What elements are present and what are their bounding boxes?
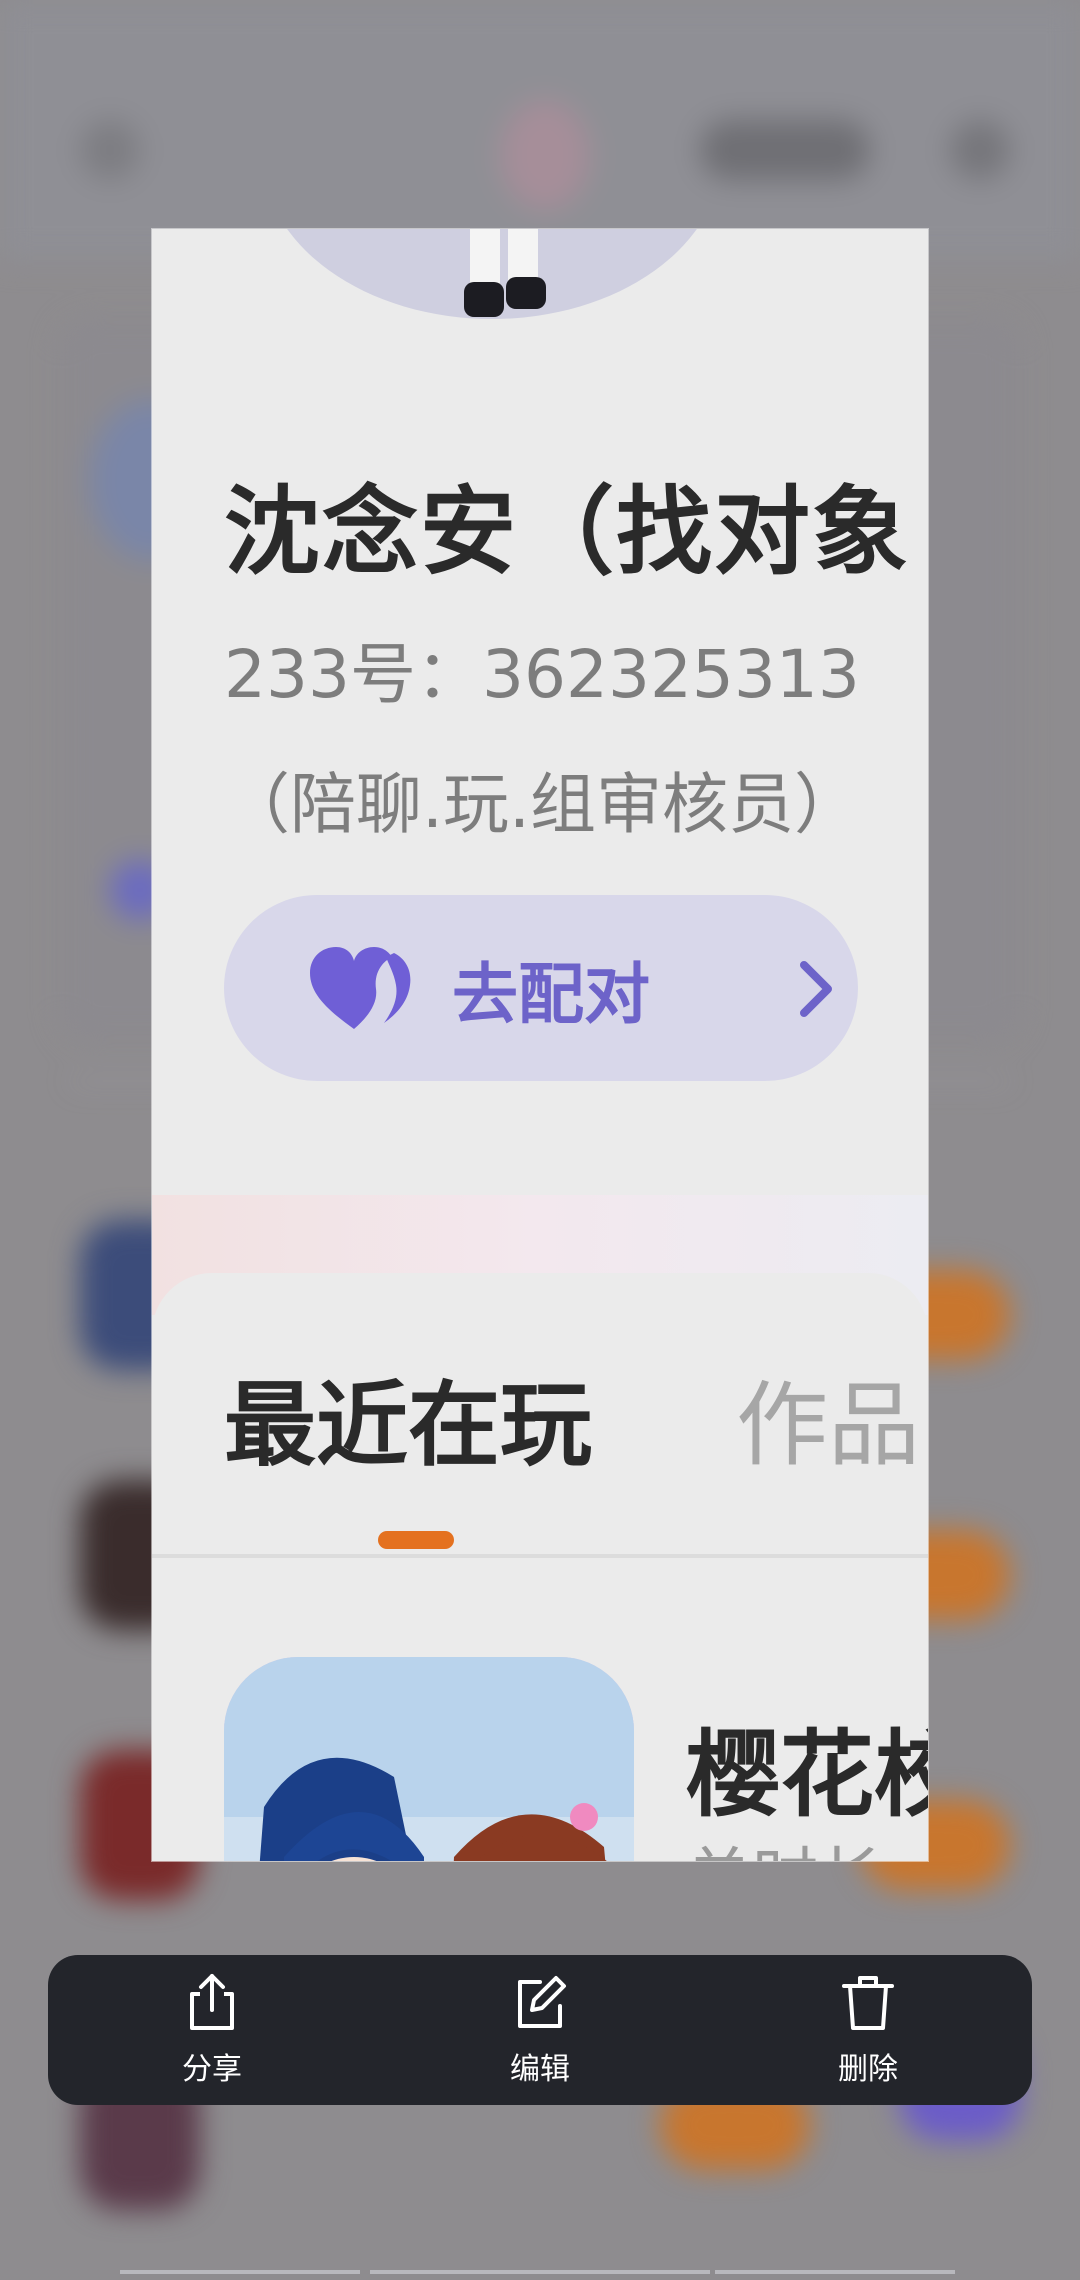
delete-label: 删除 (838, 2052, 898, 2087)
share-icon (190, 1974, 234, 2030)
game-subtitle: 单时长 (686, 1835, 906, 1861)
share-button[interactable]: 分享 (48, 1955, 376, 2105)
screenshot-preview[interactable]: 沈念安（找对象 233号：362325313 （陪聊.玩.组审核员） 去配对 最… (152, 229, 928, 1861)
edit-button[interactable]: 编辑 (376, 1955, 704, 2105)
avatar-figure-icon (464, 229, 546, 317)
game-icon[interactable] (224, 1657, 634, 1861)
profile-role: （陪聊.玩.组审核员） (224, 766, 860, 843)
tab-works[interactable]: 作品 (736, 1351, 920, 1484)
trash-icon (842, 1976, 894, 2030)
profile-avatar (262, 229, 722, 319)
edit-label: 编辑 (510, 2052, 570, 2087)
bottom-strip (0, 2262, 1080, 2280)
game-subtitle-clipped: 单时长 (686, 1835, 906, 1861)
delete-button[interactable]: 删除 (704, 1955, 1032, 2105)
match-button[interactable]: 去配对 (224, 895, 858, 1081)
match-button-label: 去配对 (452, 956, 650, 1033)
share-label: 分享 (182, 2052, 242, 2087)
profile-uid: 233号：362325313 (224, 636, 860, 713)
game-title: 樱花校 (686, 1721, 928, 1830)
heart-icon (310, 947, 411, 1029)
chevron-right-icon (800, 961, 832, 1017)
edit-icon (518, 1976, 566, 2028)
tab-recent-playing[interactable]: 最近在玩 (224, 1351, 592, 1484)
tab-divider (152, 1554, 928, 1558)
game-artwork-icon (224, 1657, 634, 1861)
profile-name: 沈念安（找对象 (224, 476, 910, 588)
active-tab-indicator (378, 1531, 454, 1549)
screenshot-action-bar: 分享 编辑 删除 (48, 1955, 1032, 2105)
